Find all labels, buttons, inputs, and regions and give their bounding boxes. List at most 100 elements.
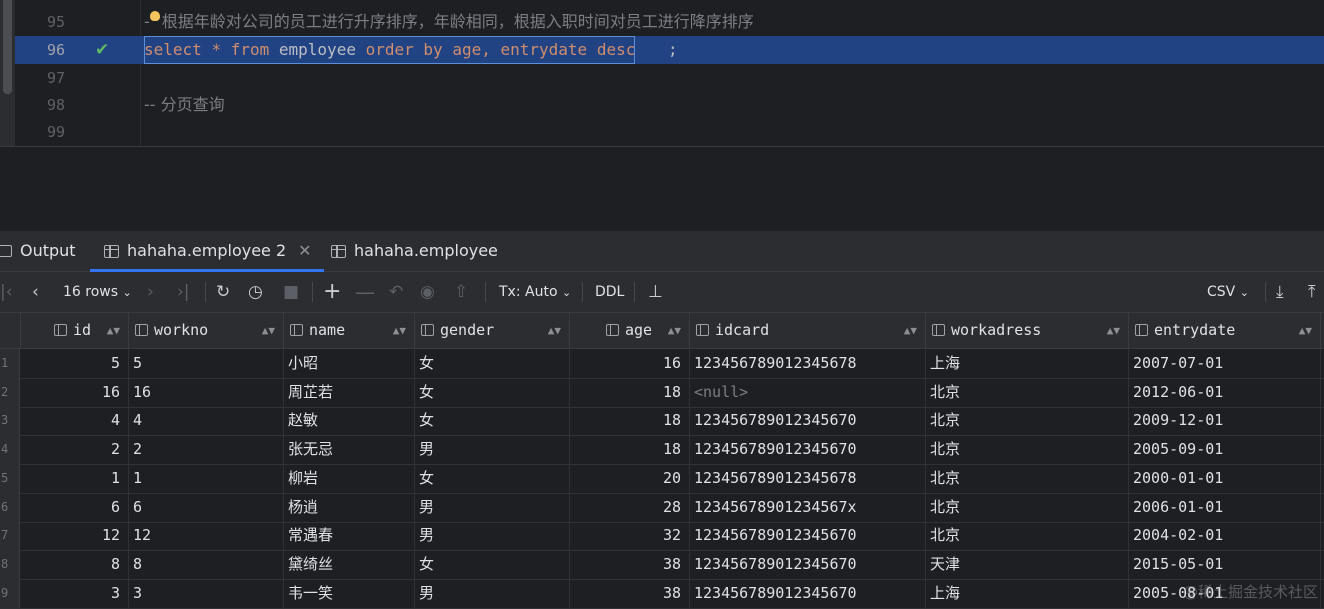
remove-row-icon[interactable]: — bbox=[355, 272, 375, 312]
cell-id[interactable]: 5 bbox=[21, 349, 129, 378]
row-number[interactable]: 7 bbox=[0, 521, 20, 551]
cell-name[interactable]: 赵敏 bbox=[284, 406, 415, 436]
editor-line[interactable]: 97 bbox=[15, 64, 1324, 92]
cell-entrydate[interactable]: 2000-01-01 bbox=[1129, 463, 1321, 493]
last-page-icon[interactable]: ›| bbox=[177, 272, 190, 312]
cell-entrydate[interactable]: 2007-07-01 bbox=[1129, 349, 1321, 378]
cell-name[interactable]: 张无忌 bbox=[284, 435, 415, 465]
row-number[interactable]: 6 bbox=[0, 492, 20, 522]
results-grid[interactable]: id ▲▼ workno ▲▼ name ▲▼ gender ▲▼ age ▲▼ idca… bbox=[0, 313, 1324, 609]
history-clock-icon[interactable]: ◷ bbox=[248, 272, 263, 312]
editor-line[interactable]: 99 bbox=[15, 118, 1324, 146]
cell-entrydate[interactable]: 2005-09-01 bbox=[1129, 435, 1321, 465]
lightbulb-icon[interactable] bbox=[149, 11, 160, 21]
transaction-mode-dropdown[interactable]: Tx: Auto ⌄ bbox=[499, 272, 571, 312]
table-row[interactable]: 2 16 16 周芷若女 18 <null> 北京 2012-06-01 bbox=[0, 377, 1324, 408]
cell-age[interactable]: 32 bbox=[570, 521, 690, 551]
cell-id[interactable]: 1 bbox=[21, 463, 129, 493]
table-row[interactable]: 5 1 1 柳岩女 20 123456789012345678 北京 2000-01-01 bbox=[0, 463, 1324, 494]
cell-name[interactable]: 韦一笑 bbox=[284, 578, 415, 608]
cell-workadress[interactable]: 天津 bbox=[926, 549, 1129, 579]
cell-idcard[interactable]: <null> bbox=[690, 377, 926, 407]
cell-name[interactable]: 小昭 bbox=[284, 349, 415, 378]
cell-idcard[interactable]: 123456789012345670 bbox=[690, 406, 926, 436]
sort-icon[interactable]: ▲▼ bbox=[262, 313, 275, 348]
table-row[interactable]: 8 8 8 黛绮丝女 38 123456789012345670 天津 2015-05-01 bbox=[0, 549, 1324, 580]
sort-icon[interactable]: ▲▼ bbox=[904, 313, 917, 348]
sql-editor[interactable]: 95 - 根据年龄对公司的员工进行升序排序，年龄相同，根据入职时间对员工进行降序排… bbox=[0, 0, 1324, 148]
cell-gender[interactable]: 男 bbox=[415, 492, 570, 522]
cell-age[interactable]: 18 bbox=[570, 377, 690, 407]
pin-icon[interactable]: ⊥ bbox=[648, 272, 663, 312]
column-header-name[interactable]: name ▲▼ bbox=[284, 313, 415, 348]
column-header-age[interactable]: age ▲▼ bbox=[570, 313, 690, 348]
cell-age[interactable]: 38 bbox=[570, 578, 690, 608]
cell-entrydate[interactable]: 2006-01-01 bbox=[1129, 492, 1321, 522]
sql-statement[interactable]: select * from employee order by age, ent… bbox=[144, 36, 636, 64]
cell-workno[interactable]: 3 bbox=[129, 578, 284, 608]
cell-workadress[interactable]: 北京 bbox=[926, 377, 1129, 407]
row-number[interactable]: 8 bbox=[0, 549, 20, 579]
sort-icon[interactable]: ▲▼ bbox=[1107, 313, 1120, 348]
cell-gender[interactable]: 女 bbox=[415, 349, 570, 378]
cell-idcard[interactable]: 12345678901234567x bbox=[690, 492, 926, 522]
first-page-icon[interactable]: |‹ bbox=[0, 272, 13, 312]
cell-gender[interactable]: 男 bbox=[415, 435, 570, 465]
upload-icon[interactable]: ⤒ bbox=[1308, 272, 1316, 312]
cell-workadress[interactable]: 北京 bbox=[926, 463, 1129, 493]
cell-workno[interactable]: 16 bbox=[129, 377, 284, 407]
table-row[interactable]: 9 3 3 韦一笑男 38 123456789012345670 上海 2005-08-01 bbox=[0, 578, 1324, 609]
stop-icon[interactable]: ■ bbox=[283, 272, 299, 312]
column-header-idcard[interactable]: idcard ▲▼ bbox=[690, 313, 926, 348]
cell-age[interactable]: 20 bbox=[570, 463, 690, 493]
cell-id[interactable]: 8 bbox=[21, 549, 129, 579]
cell-id[interactable]: 2 bbox=[21, 435, 129, 465]
row-number[interactable]: 5 bbox=[0, 463, 20, 493]
cell-idcard[interactable]: 123456789012345678 bbox=[690, 349, 926, 378]
cell-entrydate[interactable]: 2009-12-01 bbox=[1129, 406, 1321, 436]
cell-workadress[interactable]: 北京 bbox=[926, 492, 1129, 522]
cell-gender[interactable]: 女 bbox=[415, 377, 570, 407]
cell-workno[interactable]: 4 bbox=[129, 406, 284, 436]
cell-workno[interactable]: 1 bbox=[129, 463, 284, 493]
column-header-entrydate[interactable]: entrydate ▲▼ bbox=[1129, 313, 1321, 348]
column-header-gender[interactable]: gender ▲▼ bbox=[415, 313, 570, 348]
cell-workadress[interactable]: 上海 bbox=[926, 349, 1129, 378]
cell-name[interactable]: 柳岩 bbox=[284, 463, 415, 493]
row-number[interactable]: 3 bbox=[0, 406, 20, 436]
cell-id[interactable]: 16 bbox=[21, 377, 129, 407]
refresh-icon[interactable]: ↻ bbox=[216, 272, 230, 312]
table-row[interactable]: 4 2 2 张无忌男 18 123456789012345670 北京 2005-09-01 bbox=[0, 435, 1324, 466]
cell-gender[interactable]: 女 bbox=[415, 549, 570, 579]
row-number[interactable]: 4 bbox=[0, 435, 20, 465]
close-icon[interactable]: ✕ bbox=[298, 232, 311, 270]
cell-workadress[interactable]: 北京 bbox=[926, 406, 1129, 436]
cell-age[interactable]: 38 bbox=[570, 549, 690, 579]
cell-workadress[interactable]: 上海 bbox=[926, 578, 1129, 608]
sort-icon[interactable]: ▲▼ bbox=[668, 313, 681, 348]
cell-name[interactable]: 常遇春 bbox=[284, 521, 415, 551]
cell-gender[interactable]: 女 bbox=[415, 463, 570, 493]
cell-gender[interactable]: 女 bbox=[415, 406, 570, 436]
row-number[interactable]: 9 bbox=[0, 578, 20, 608]
revert-icon[interactable]: ↶ bbox=[389, 272, 403, 312]
cell-id[interactable]: 6 bbox=[21, 492, 129, 522]
sort-icon[interactable]: ▲▼ bbox=[107, 313, 120, 348]
column-header-workadress[interactable]: workadress ▲▼ bbox=[926, 313, 1129, 348]
cell-idcard[interactable]: 123456789012345670 bbox=[690, 521, 926, 551]
cell-name[interactable]: 周芷若 bbox=[284, 377, 415, 407]
cell-age[interactable]: 16 bbox=[570, 349, 690, 378]
cell-idcard[interactable]: 123456789012345670 bbox=[690, 578, 926, 608]
cell-workno[interactable]: 2 bbox=[129, 435, 284, 465]
editor-line[interactable]: 95 - 根据年龄对公司的员工进行升序排序，年龄相同，根据入职时间对员工进行降序排… bbox=[15, 8, 1324, 36]
cell-workno[interactable]: 6 bbox=[129, 492, 284, 522]
table-row[interactable]: 1 5 5 小昭女 16 123456789012345678 上海 2007-07-01 bbox=[0, 349, 1324, 379]
next-page-icon[interactable]: › bbox=[147, 272, 154, 312]
cell-workadress[interactable]: 北京 bbox=[926, 521, 1129, 551]
cell-workno[interactable]: 8 bbox=[129, 549, 284, 579]
table-row[interactable]: 7 12 12 常遇春男 32 123456789012345670 北京 2004-02-0… bbox=[0, 521, 1324, 552]
column-header-id[interactable]: id ▲▼ bbox=[21, 313, 129, 348]
cell-age[interactable]: 18 bbox=[570, 406, 690, 436]
cell-entrydate[interactable]: 2015-05-01 bbox=[1129, 549, 1321, 579]
cell-idcard[interactable]: 123456789012345678 bbox=[690, 463, 926, 493]
